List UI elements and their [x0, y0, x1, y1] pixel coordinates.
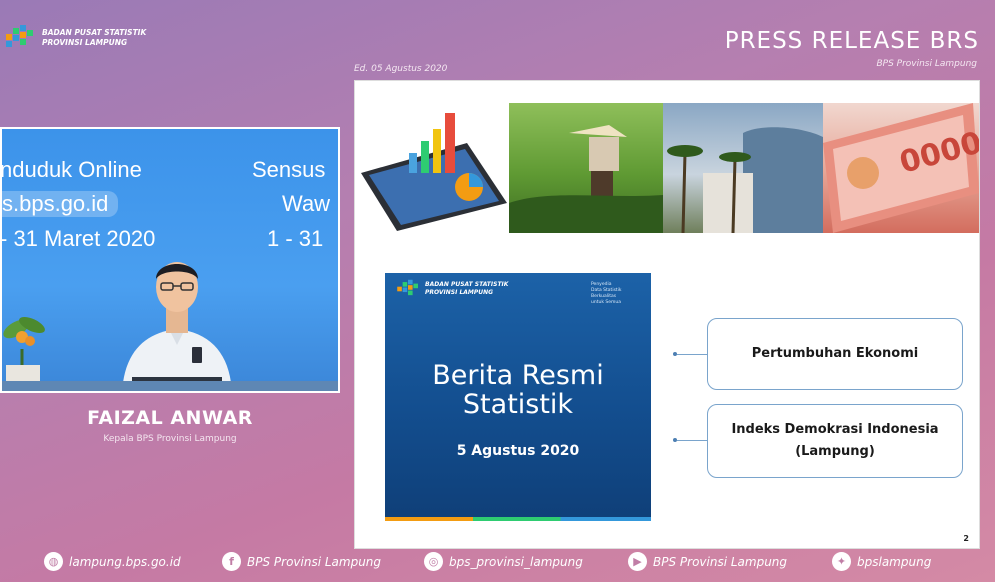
footer-youtube-label: BPS Provinsi Lampung: [653, 554, 788, 569]
speaker-figure: [122, 262, 232, 391]
footer-twitter[interactable]: ✦ bpslampung: [832, 552, 931, 571]
speaker-role: Kepala BPS Provinsi Lampung: [103, 434, 237, 444]
brs-title-line1: Berita Resmi: [432, 360, 604, 391]
brs-date: 5 Agustus 2020: [456, 443, 580, 459]
facebook-icon: f: [222, 552, 241, 571]
photo-tablet-chart: [357, 103, 509, 233]
brs-org-name: BADAN PUSAT STATISTIK PROVINSI LAMPUNG: [425, 281, 508, 297]
photo-building: [663, 103, 823, 233]
brs-org-line2: PROVINSI LAMPUNG: [425, 289, 494, 296]
photo-banknotes: 0000: [823, 103, 979, 233]
speaker-video[interactable]: nduduk Online s.bps.go.id - 31 Maret 202…: [0, 127, 340, 393]
topic-indeks-demokrasi: Indeks Demokrasi Indonesia (Lampung): [707, 404, 963, 478]
edition-date: Ed. 05 Agustus 2020: [354, 64, 448, 74]
footer-twitter-label: bpslampung: [857, 554, 932, 569]
footer-website-label: lampung.bps.go.id: [69, 554, 181, 569]
footer-facebook-label: BPS Provinsi Lampung: [247, 554, 382, 569]
youtube-icon: ▶: [628, 552, 647, 571]
topic-pertumbuhan-ekonomi: Pertumbuhan Ekonomi: [707, 318, 963, 390]
brs-cover: BADAN PUSAT STATISTIK PROVINSI LAMPUNG P…: [385, 273, 651, 521]
slide-page-number: 2: [963, 534, 969, 543]
speaker-name: FAIZAL ANWAR: [87, 407, 253, 429]
bps-logo-icon: [6, 25, 33, 47]
banner-text-right-3: 1 - 31: [267, 226, 324, 251]
social-footer: ◍ lampung.bps.go.id f BPS Provinsi Lampu…: [0, 552, 995, 576]
org-name-line2: PROVINSI LAMPUNG: [42, 38, 128, 47]
page-subtitle: BPS Provinsi Lampung: [876, 59, 977, 69]
brs-color-stripe: [385, 517, 651, 521]
brs-org-line1: BADAN PUSAT STATISTIK: [425, 281, 509, 288]
footer-website[interactable]: ◍ lampung.bps.go.id: [44, 552, 181, 571]
org-name-line1: BADAN PUSAT STATISTIK: [42, 28, 147, 37]
globe-icon: ◍: [44, 552, 63, 571]
footer-facebook[interactable]: f BPS Provinsi Lampung: [222, 552, 381, 571]
photo-rice-farmer: [509, 103, 663, 233]
desk: [2, 381, 338, 391]
twitter-icon: ✦: [832, 552, 851, 571]
brs-title-line2: Statistik: [462, 389, 574, 420]
banner-text-left-2: s.bps.go.id: [2, 191, 119, 217]
footer-instagram-label: bps_provinsi_lampung: [449, 554, 583, 569]
bps-logo-icon: [397, 279, 418, 296]
banner-text-right-2: Waw: [282, 191, 331, 216]
connector-line: [677, 440, 707, 441]
brs-tagline-4: untuk Semua: [591, 300, 621, 305]
instagram-icon: ◎: [424, 552, 443, 571]
connector-line: [677, 354, 707, 355]
banner-text-left-1: nduduk Online: [0, 157, 142, 182]
brs-tagline: Penyedia Data Statistik Berkualitas untu…: [591, 282, 622, 306]
org-name: BADAN PUSAT STATISTIK PROVINSI LAMPUNG: [42, 28, 146, 48]
plant-image: [3, 316, 45, 389]
brs-title: Berita Resmi Statistik: [385, 361, 651, 419]
presentation-slide[interactable]: 0000 BADAN PUSAT STATISTIK PROVINSI LAMP…: [354, 80, 980, 549]
footer-youtube[interactable]: ▶ BPS Provinsi Lampung: [628, 552, 787, 571]
page-title: PRESS RELEASE BRS: [724, 28, 979, 54]
banner-text-right-1: Sensus: [252, 157, 326, 182]
footer-instagram[interactable]: ◎ bps_provinsi_lampung: [424, 552, 583, 571]
